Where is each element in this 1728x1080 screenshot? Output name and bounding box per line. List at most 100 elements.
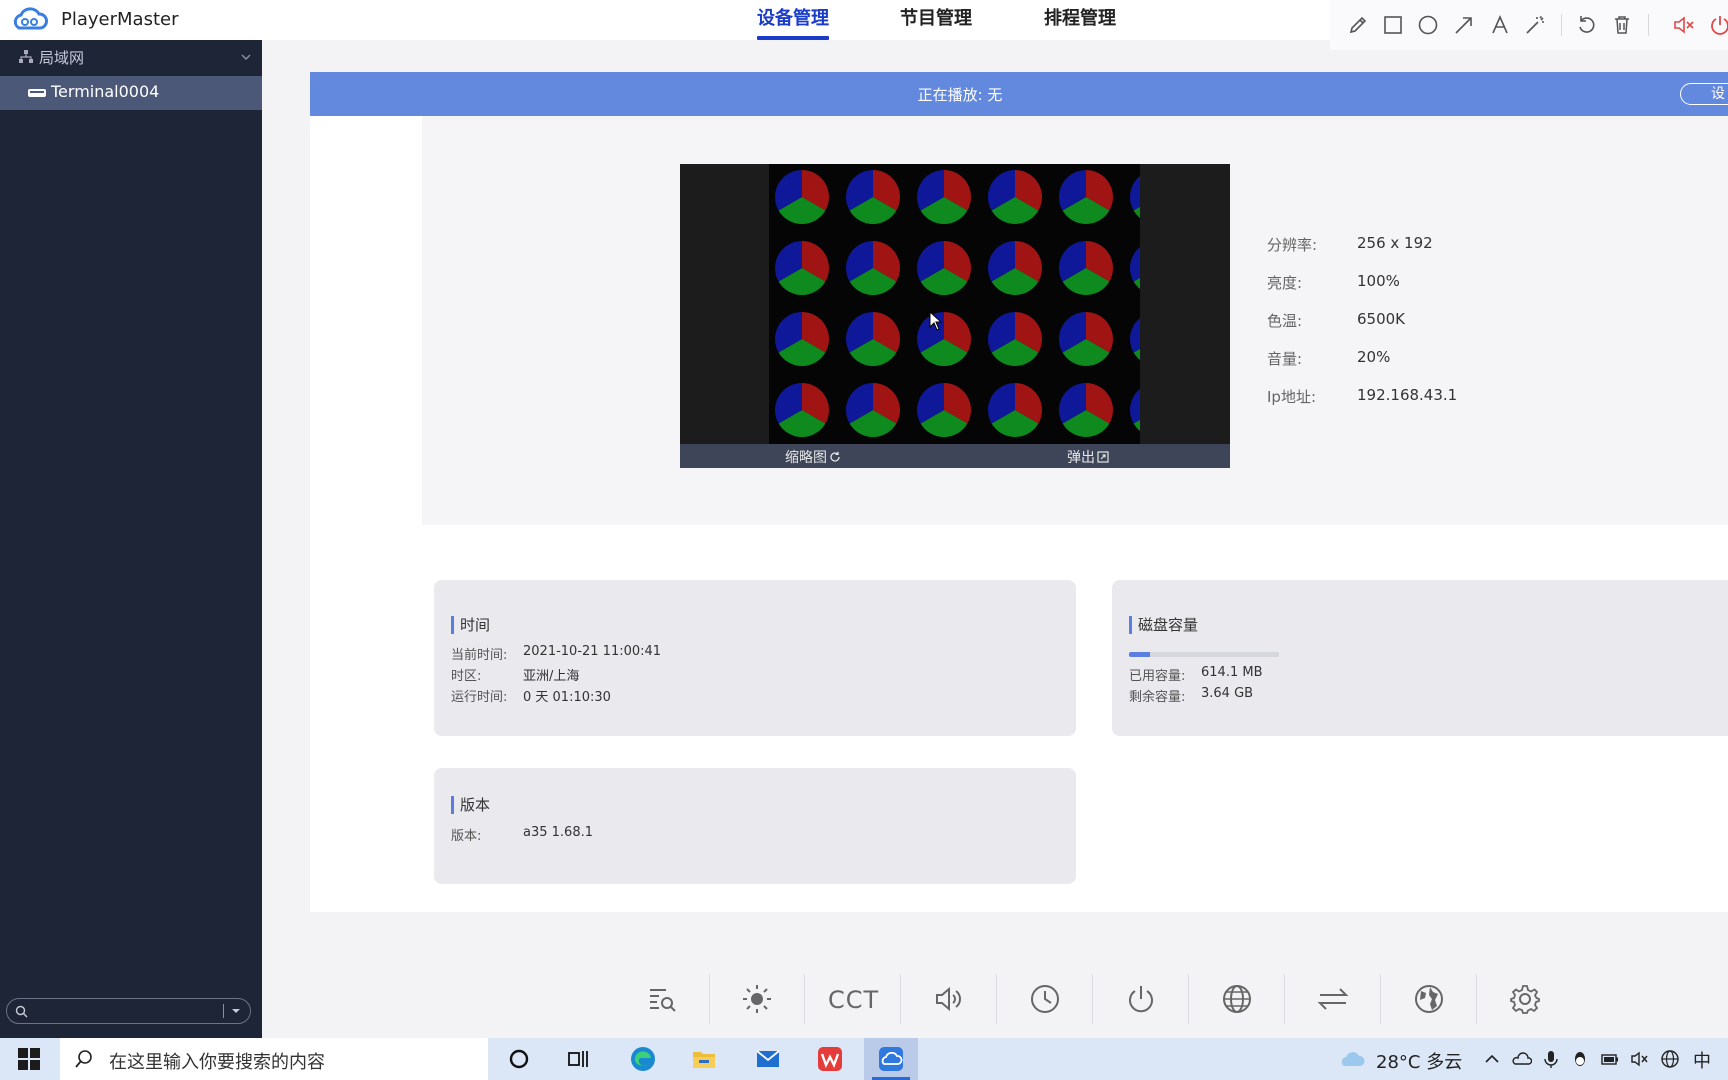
search-icon (75, 1050, 92, 1068)
active-tab-indicator (757, 36, 829, 40)
playermaster-taskbar-icon (879, 1047, 903, 1071)
speaker-muted-icon[interactable] (1630, 1049, 1650, 1069)
preview-image[interactable] (769, 164, 1140, 444)
sidebar-search-input[interactable] (33, 1002, 217, 1022)
qq-icon[interactable] (1570, 1049, 1590, 1069)
file-explorer-app[interactable] (677, 1038, 731, 1080)
folder-icon (693, 1052, 715, 1068)
now-playing-bar: 正在播放: 无 (310, 72, 1728, 116)
test-pattern-circle (775, 383, 829, 437)
input-method-indicator[interactable]: 中 (1693, 1047, 1711, 1073)
cct-label: CCT (828, 986, 880, 1014)
volume-button[interactable] (924, 974, 974, 1024)
popout-button[interactable]: 弹出 (1067, 447, 1109, 467)
test-pattern-circle (846, 170, 900, 224)
settings-button-bottom[interactable] (1500, 974, 1550, 1024)
volume-value: 20% (1357, 348, 1391, 366)
tab-program-management[interactable]: 节目管理 (900, 4, 972, 30)
sidebar-search-box (6, 998, 251, 1024)
battery-icon[interactable] (1600, 1049, 1620, 1069)
test-pattern-circle (775, 312, 829, 366)
network-globe-icon[interactable] (1660, 1049, 1680, 1069)
thumbnail-refresh-button[interactable]: 缩略图 (785, 447, 841, 467)
power-button[interactable] (1116, 974, 1166, 1024)
magic-wand-icon[interactable] (1523, 13, 1547, 37)
cortana-button[interactable] (492, 1038, 546, 1080)
toolbar-separator (1561, 14, 1562, 36)
playermaster-app[interactable] (864, 1038, 918, 1080)
switch-button[interactable] (1308, 974, 1358, 1024)
brightness-value: 100% (1357, 272, 1400, 290)
timezone-label: 时区: (451, 669, 482, 684)
toolbar-separator (709, 974, 710, 1024)
test-pattern-circle (1059, 312, 1113, 367)
trash-icon[interactable] (1610, 13, 1634, 37)
microphone-icon[interactable] (1541, 1049, 1561, 1069)
mail-app[interactable] (741, 1038, 795, 1080)
cortana-icon (509, 1049, 529, 1069)
weather-cloud-icon[interactable] (1338, 1049, 1366, 1069)
task-view-button[interactable] (552, 1038, 606, 1080)
weather-text[interactable]: 28°C 多云 (1376, 1048, 1462, 1074)
sidebar-item-terminal[interactable]: Terminal0004 (0, 76, 262, 110)
time-card: 时间 当前时间: 2021-10-21 11:00:41 时区: 亚洲/上海 运… (434, 580, 1076, 736)
sidebar-group-lan[interactable]: 局域网 (0, 40, 262, 74)
earth-icon (1415, 985, 1443, 1013)
toolbar-separator (1648, 14, 1649, 36)
test-pattern-circle (1130, 247, 1140, 289)
tab-device-management[interactable]: 设备管理 (757, 4, 829, 30)
log-search-button[interactable] (637, 974, 687, 1024)
color-temp-value: 6500K (1357, 310, 1406, 328)
transfer-icon (1317, 988, 1349, 1010)
region-button[interactable] (1404, 974, 1454, 1024)
log-search-icon (650, 989, 676, 1012)
thumbnail-label: 缩略图 (785, 450, 827, 466)
color-temperature-button[interactable]: CCT (828, 974, 878, 1024)
test-pattern-circle (846, 383, 900, 437)
rectangle-icon[interactable] (1381, 13, 1405, 37)
time-settings-button[interactable] (1020, 974, 1070, 1024)
edge-app[interactable] (616, 1038, 670, 1080)
test-pattern-circle (1130, 176, 1140, 218)
current-time-value: 2021-10-21 11:00:41 (523, 644, 662, 659)
device-icon (28, 89, 46, 97)
task-view-icon (568, 1051, 588, 1067)
search-icon (15, 1005, 28, 1018)
test-pattern-circle (775, 241, 829, 295)
timezone-value: 亚洲/上海 (523, 669, 580, 684)
test-pattern-circle (917, 383, 971, 437)
disk-usage-fill (1129, 652, 1150, 657)
taskbar-search-box[interactable]: 在这里输入你要搜索的内容 (60, 1038, 488, 1080)
windows-start-icon[interactable] (18, 1048, 40, 1070)
power-icon[interactable] (1708, 13, 1728, 37)
disk-card: 磁盘容量 已用容量: 614.1 MB 剩余容量: 3.64 GB (1112, 580, 1728, 736)
chevron-up-icon[interactable] (1482, 1049, 1502, 1069)
pencil-icon[interactable] (1346, 13, 1370, 37)
brightness-icon (743, 985, 771, 1013)
chevron-down-icon[interactable] (240, 51, 252, 63)
test-pattern-circle (917, 170, 971, 224)
test-pattern-circle (1059, 170, 1113, 225)
settings-button[interactable]: 设 (1680, 83, 1728, 105)
network-button[interactable] (1212, 974, 1262, 1024)
text-icon[interactable] (1488, 13, 1512, 37)
circle-icon[interactable] (1416, 13, 1440, 37)
dropdown-caret-icon[interactable] (231, 1007, 241, 1015)
clock-icon (1031, 985, 1059, 1013)
test-pattern-circle (1059, 241, 1113, 296)
sidebar-item-label: Terminal0004 (51, 82, 160, 101)
tab-schedule-management[interactable]: 排程管理 (1044, 4, 1116, 30)
wps-app[interactable] (803, 1038, 857, 1080)
mute-icon[interactable] (1672, 13, 1696, 37)
popout-icon (1097, 451, 1109, 463)
test-pattern-image (775, 170, 1140, 438)
brightness-button[interactable] (732, 974, 782, 1024)
onedrive-icon[interactable] (1512, 1049, 1532, 1069)
time-card-title: 时间 (451, 616, 490, 634)
test-pattern-circle (1130, 389, 1140, 431)
mail-icon (756, 1050, 780, 1067)
undo-icon[interactable] (1575, 13, 1599, 37)
ip-label: Ip地址: (1267, 388, 1316, 406)
arrow-icon[interactable] (1452, 13, 1476, 37)
title-bar: PlayerMaster 设备管理 节目管理 排程管理 (0, 0, 1728, 50)
